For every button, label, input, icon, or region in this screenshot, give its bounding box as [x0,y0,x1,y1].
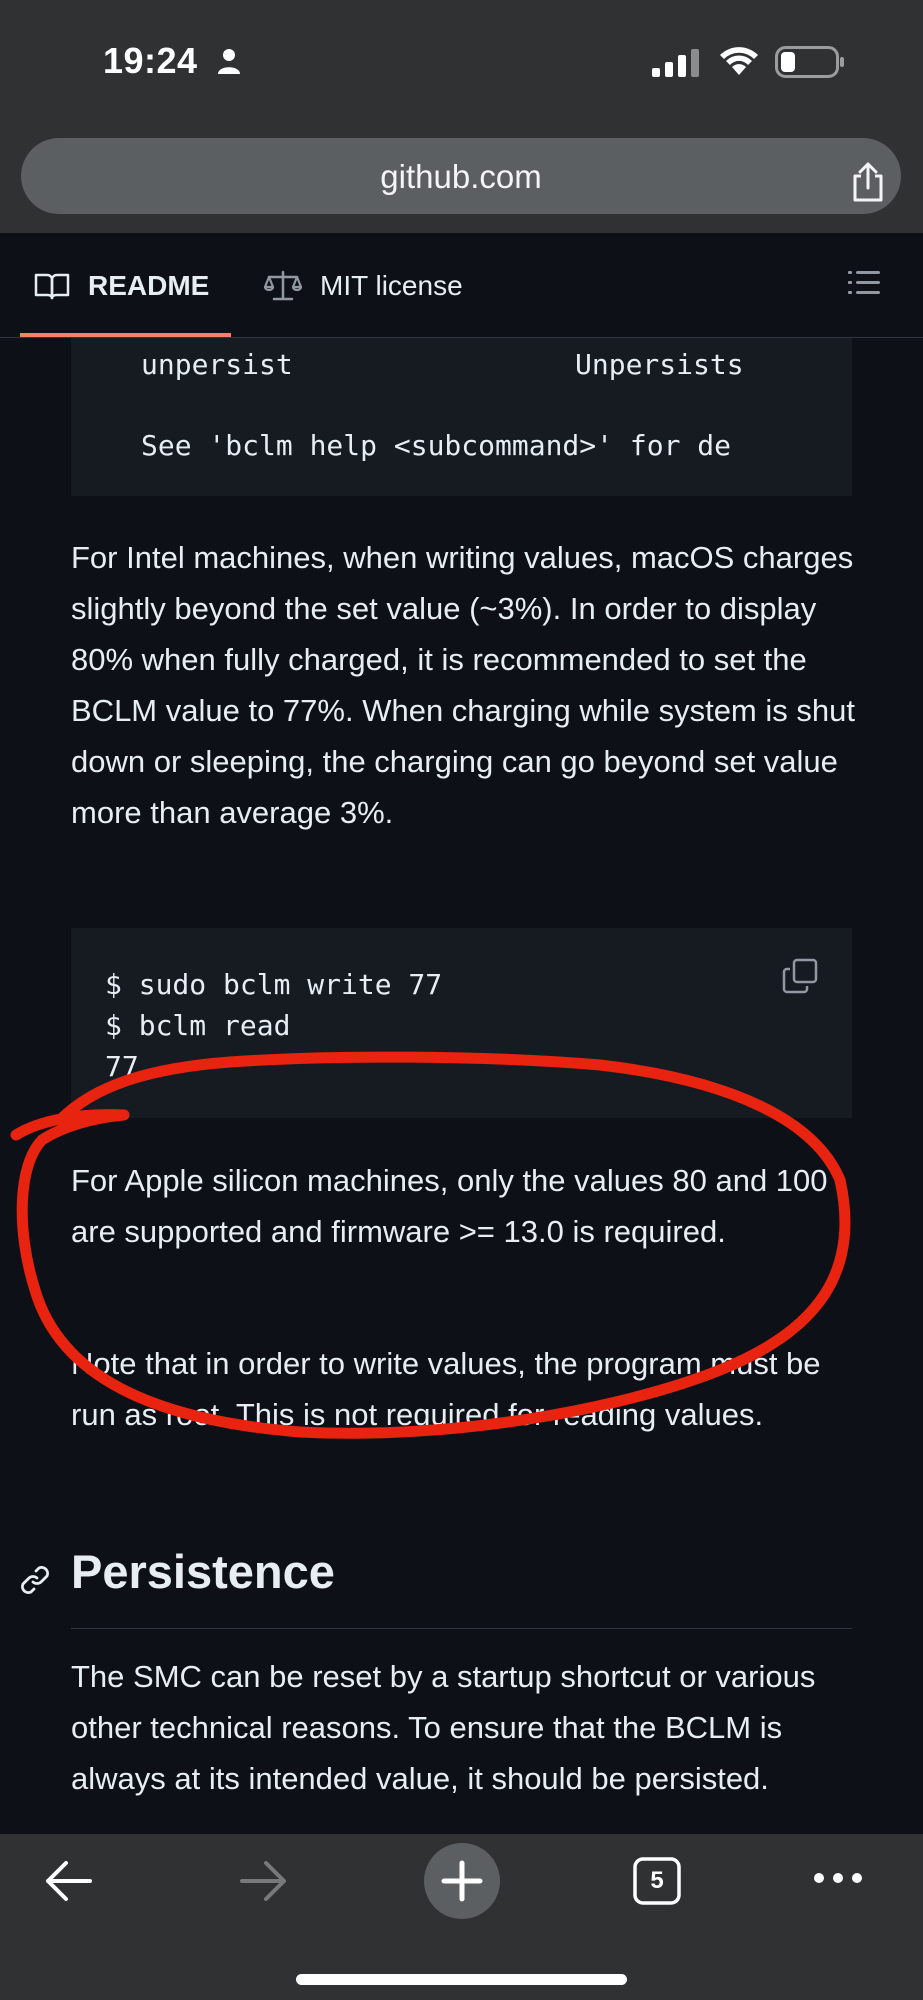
status-bar: 19:24 [0,0,923,130]
browser-toolbar: 5 [0,1834,923,2000]
code-line: Unpersists [575,348,744,381]
tabs-button[interactable]: 5 [633,1857,681,1905]
code-lines: $ sudo bclm write 77 $ bclm read 77 [105,968,443,1083]
paragraph-apple-silicon: For Apple silicon machines, only the val… [71,1163,828,1249]
share-icon[interactable] [850,162,886,202]
url-text: github.com [380,158,542,195]
paragraph-smc: The SMC can be reset by a startup shortc… [71,1659,816,1796]
paragraph-intel-note: For Intel machines, when writing values,… [71,540,855,830]
anchor-link-icon[interactable] [19,1564,51,1596]
heading-persistence: Persistence [71,1545,335,1598]
code-block-usage: unpersist Unpersists See 'bclm help <sub… [71,338,852,496]
tab-license[interactable]: MIT license [262,233,502,333]
back-arrow-icon[interactable] [44,1860,92,1902]
code-line: unpersist [141,348,293,381]
readme-content: unpersist Unpersists See 'bclm help <sub… [0,338,923,1834]
tab-readme[interactable]: README [20,233,231,337]
home-indicator [296,1974,627,1985]
tab-count: 5 [650,1867,664,1894]
readme-tab-bar: README MIT license [0,233,923,338]
copy-icon[interactable] [782,958,818,994]
paragraph-root-note: Note that in order to write values, the … [71,1346,821,1432]
new-tab-plus-icon[interactable] [423,1842,501,1920]
cellular-signal-icon [652,49,699,77]
scale-icon [264,270,302,301]
browser-url-bar: github.com [0,130,923,233]
tab-readme-label: README [88,270,210,301]
book-icon [34,273,70,300]
status-time: 19:24 [103,40,198,81]
forward-arrow-icon[interactable] [240,1860,288,1902]
tab-license-label: MIT license [320,270,463,301]
person-icon [218,49,240,74]
code-block-example: $ sudo bclm write 77 $ bclm read 77 [71,928,852,1118]
heading-divider [71,1628,852,1629]
address-field[interactable]: github.com [21,138,901,214]
wifi-icon [720,47,758,75]
table-of-contents-icon[interactable] [848,269,880,297]
more-options-icon[interactable] [813,1872,863,1884]
battery-icon [775,46,844,78]
code-line: See 'bclm help <subcommand>' for de [141,429,732,462]
